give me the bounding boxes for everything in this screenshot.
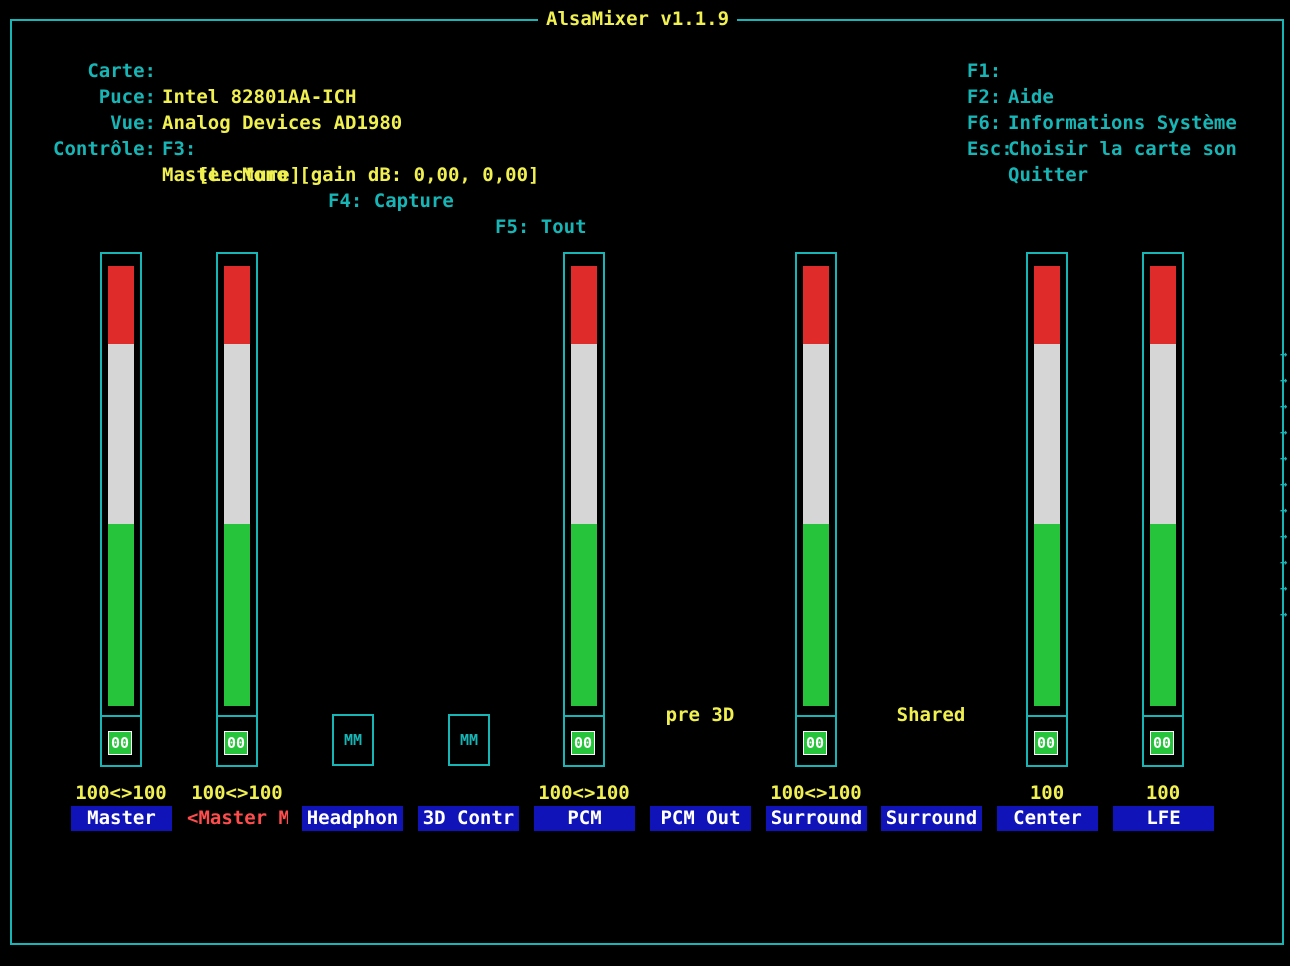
chip-row: Puce: Analog Devices AD1980 [0, 58, 402, 134]
enum-value-pcm-out[interactable]: pre 3D [650, 702, 750, 728]
mute-toggle-center[interactable]: 00 [1034, 731, 1058, 755]
strip-separator [1144, 715, 1182, 717]
chip-value: Analog Devices AD1980 [162, 112, 403, 134]
level-green-segment [1150, 524, 1176, 706]
channel-name-master[interactable]: Master [71, 806, 172, 831]
channel-name-pcm[interactable]: PCM [534, 806, 635, 831]
level-red-segment [1034, 266, 1060, 344]
level-green-segment [571, 524, 597, 706]
scroll-right-arrow-icon: → [1280, 373, 1288, 387]
channel-name-pcm-out[interactable]: PCM Out [650, 806, 751, 831]
key-esc-action[interactable]: Quitter [1008, 162, 1088, 188]
scroll-right-arrow-icon: → [1280, 607, 1288, 621]
level-white-segment [108, 344, 134, 524]
view-capture[interactable]: F4: Capture [328, 188, 454, 214]
scroll-right-arrow-icon: → [1280, 529, 1288, 543]
strip-separator [102, 715, 140, 717]
scroll-right-arrow-icon: → [1280, 555, 1288, 569]
view-label: Vue: [110, 112, 156, 134]
card-row: Carte: Intel 82801AA-ICH [0, 32, 356, 108]
view-row: Vue: F3: [Lecture] F4: Capture F5: Tout [0, 84, 586, 238]
level-red-segment [1150, 266, 1176, 344]
level-white-segment [224, 344, 250, 524]
key-f6-action[interactable]: Choisir la carte son [1008, 136, 1237, 162]
chip-label: Puce: [98, 86, 156, 108]
mute-toggle-surround[interactable]: 00 [803, 731, 827, 755]
volume-value-master: 100<>100 [75, 782, 167, 804]
volume-slider-center[interactable]: 00 [1026, 252, 1068, 767]
scroll-right-arrow-icon: → [1280, 477, 1288, 491]
channel-name-surround[interactable]: Surround [766, 806, 867, 831]
volume-value-pcm: 100<>100 [538, 782, 630, 804]
switch-3d-control[interactable]: MM [448, 714, 490, 766]
level-red-segment [803, 266, 829, 344]
control-row: Contrôle: Master Mono [gain dB: 0,00, 0,… [0, 110, 539, 186]
volume-value-master-mono: 100<>100 [191, 782, 283, 804]
card-label: Carte: [87, 60, 156, 82]
level-green-segment [803, 524, 829, 706]
volume-slider-lfe[interactable]: 00 [1142, 252, 1184, 767]
key-esc: Esc: [966, 138, 1013, 160]
mute-toggle-master[interactable]: 00 [108, 731, 132, 755]
scroll-right-arrow-icon: → [1280, 581, 1288, 595]
window-title: AlsaMixer v1.1.9 [538, 6, 738, 32]
scroll-right-arrow-icon: → [1280, 399, 1288, 413]
level-red-segment [571, 266, 597, 344]
level-white-segment [1150, 344, 1176, 524]
scroll-right-arrow-icon: → [1280, 425, 1288, 439]
channel-name-headphone[interactable]: Headphon [302, 806, 403, 831]
level-green-segment [108, 524, 134, 706]
key-f2-action[interactable]: Informations Système [1008, 110, 1237, 136]
level-red-segment [224, 266, 250, 344]
card-value: Intel 82801AA-ICH [162, 86, 357, 108]
level-white-segment [1034, 344, 1060, 524]
level-red-segment [108, 266, 134, 344]
level-white-segment [803, 344, 829, 524]
strip-separator [218, 715, 256, 717]
volume-value-center: 100 [1029, 782, 1065, 804]
quit-key-row: Esc: Quitter [944, 110, 1088, 186]
scroll-right-arrow-icon: → [1280, 451, 1288, 465]
channel-name-center[interactable]: Center [997, 806, 1098, 831]
volume-slider-master-mono[interactable]: 00 [216, 252, 258, 767]
level-green-segment [224, 524, 250, 706]
strip-separator [797, 715, 835, 717]
key-f1-action[interactable]: Aide [1008, 84, 1054, 110]
mute-indicator-3d-control: MM [459, 731, 479, 749]
volume-slider-surround[interactable]: 00 [795, 252, 837, 767]
channel-name-surround-enum[interactable]: Surround [881, 806, 982, 831]
mute-toggle-master-mono[interactable]: 00 [224, 731, 248, 755]
scroll-right-arrow-icon: → [1280, 503, 1288, 517]
enum-value-surround[interactable]: Shared [881, 702, 981, 728]
help-key-row: F1: Aide [944, 32, 1054, 108]
level-green-segment [1034, 524, 1060, 706]
mute-toggle-pcm[interactable]: 00 [571, 731, 595, 755]
strip-separator [1028, 715, 1066, 717]
scroll-right-arrow-icon: → [1280, 347, 1288, 361]
volume-slider-pcm[interactable]: 00 [563, 252, 605, 767]
switch-headphone[interactable]: MM [332, 714, 374, 766]
volume-slider-master[interactable]: 00 [100, 252, 142, 767]
channel-name-master-mono[interactable]: <Master M> [187, 806, 288, 831]
volume-value-lfe: 100 [1145, 782, 1181, 804]
control-label: Contrôle: [53, 138, 156, 160]
control-value: Master Mono [gain dB: 0,00, 0,00] [162, 164, 540, 186]
strip-separator [565, 715, 603, 717]
card-key-row: F6: Choisir la carte son [944, 84, 1237, 160]
view-f3-key[interactable]: F3: [162, 136, 196, 162]
channel-name-3d-control[interactable]: 3D Contr [418, 806, 519, 831]
channel-name-lfe[interactable]: LFE [1113, 806, 1214, 831]
level-white-segment [571, 344, 597, 524]
info-key-row: F2: Informations Système [944, 58, 1237, 134]
view-all[interactable]: F5: Tout [495, 214, 587, 240]
mute-toggle-lfe[interactable]: 00 [1150, 731, 1174, 755]
mute-indicator-headphone: MM [343, 731, 363, 749]
volume-value-surround: 100<>100 [770, 782, 862, 804]
